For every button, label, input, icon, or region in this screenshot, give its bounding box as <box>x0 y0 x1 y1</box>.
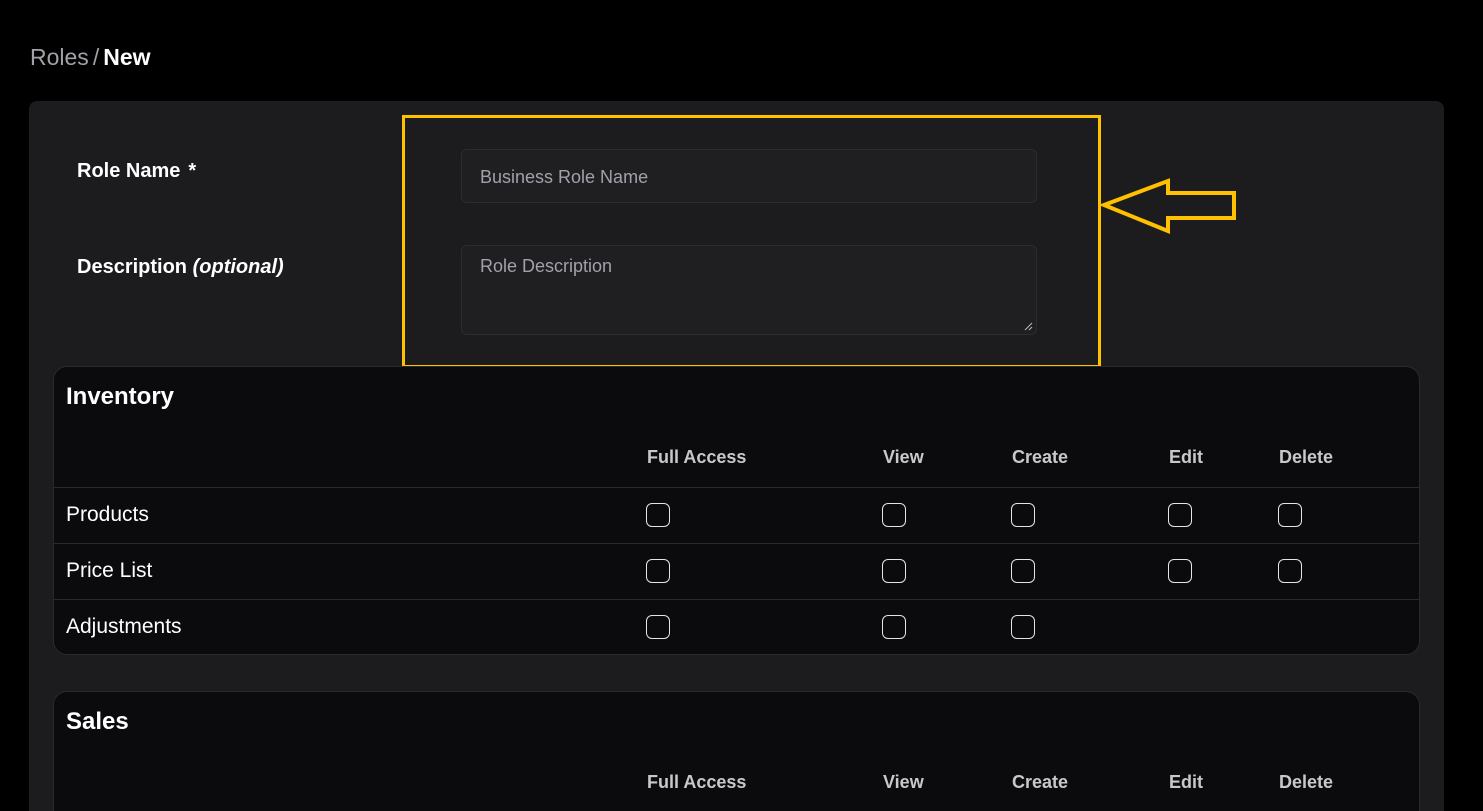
col-head-create: Create <box>1012 772 1069 792</box>
description-label-text: Description <box>77 256 188 278</box>
checkbox-products-full-access[interactable] <box>646 503 670 527</box>
section-title-sales: Sales <box>66 708 129 735</box>
description-optional-label: (optional) <box>192 256 284 278</box>
permission-row-products: Products <box>54 487 1419 543</box>
checkbox-price-list-full-access[interactable] <box>646 559 670 583</box>
breadcrumb-separator: / <box>92 44 100 70</box>
col-head-create: Create <box>1012 447 1069 467</box>
description-label: Description (optional) <box>77 256 284 279</box>
row-label-products: Products <box>66 503 149 526</box>
checkbox-price-list-edit[interactable] <box>1168 559 1192 583</box>
checkbox-price-list-delete[interactable] <box>1278 559 1302 583</box>
highlight-box <box>402 115 1101 368</box>
breadcrumb-roles-link[interactable]: Roles <box>30 44 89 70</box>
col-head-delete: Delete <box>1279 447 1334 467</box>
checkbox-products-view[interactable] <box>882 503 906 527</box>
breadcrumb: Roles / New <box>30 44 151 71</box>
checkbox-price-list-view[interactable] <box>882 559 906 583</box>
permission-row-price-list: Price List <box>54 543 1419 599</box>
checkbox-products-delete[interactable] <box>1278 503 1302 527</box>
permission-row-adjustments: Adjustments <box>54 599 1419 654</box>
left-arrow-icon <box>1100 178 1236 234</box>
col-head-full-access: Full Access <box>647 447 747 467</box>
checkbox-products-create[interactable] <box>1011 503 1035 527</box>
col-head-delete: Delete <box>1279 772 1334 792</box>
col-head-view: View <box>883 447 924 467</box>
checkbox-adjustments-create[interactable] <box>1011 615 1035 639</box>
checkbox-price-list-create[interactable] <box>1011 559 1035 583</box>
row-label-adjustments: Adjustments <box>66 615 182 638</box>
checkbox-adjustments-full-access[interactable] <box>646 615 670 639</box>
role-name-label-text: Role Name <box>77 160 181 182</box>
role-name-label: Role Name * <box>77 160 196 183</box>
section-title-inventory: Inventory <box>66 383 175 410</box>
col-head-full-access: Full Access <box>647 772 747 792</box>
col-head-edit: Edit <box>1169 447 1203 467</box>
row-label-price-list: Price List <box>66 559 153 582</box>
breadcrumb-current: New <box>103 44 151 70</box>
required-mark: * <box>188 160 197 182</box>
inventory-permissions-card: Inventory Full Access View Create Edit D… <box>53 366 1420 655</box>
sales-permissions-card: Sales Full Access View Create Edit Delet… <box>53 691 1420 811</box>
col-head-edit: Edit <box>1169 772 1203 792</box>
col-head-view: View <box>883 772 924 792</box>
checkbox-products-edit[interactable] <box>1168 503 1192 527</box>
checkbox-adjustments-view[interactable] <box>882 615 906 639</box>
